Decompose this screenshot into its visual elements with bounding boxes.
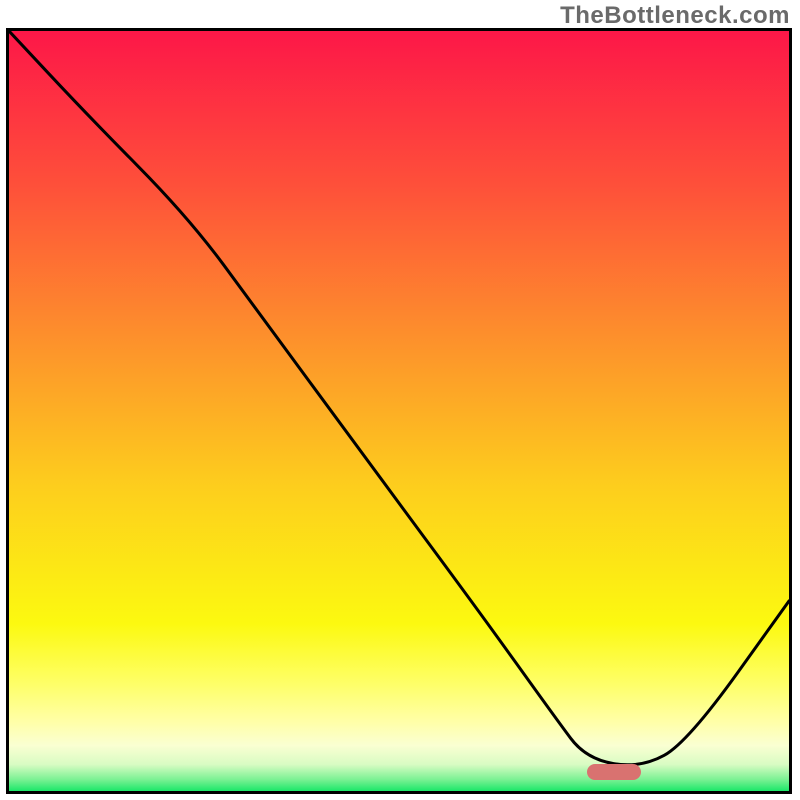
- chart-frame: [6, 28, 792, 794]
- optimal-marker: [587, 764, 641, 780]
- background-gradient: [9, 31, 789, 791]
- watermark-text: TheBottleneck.com: [560, 2, 790, 30]
